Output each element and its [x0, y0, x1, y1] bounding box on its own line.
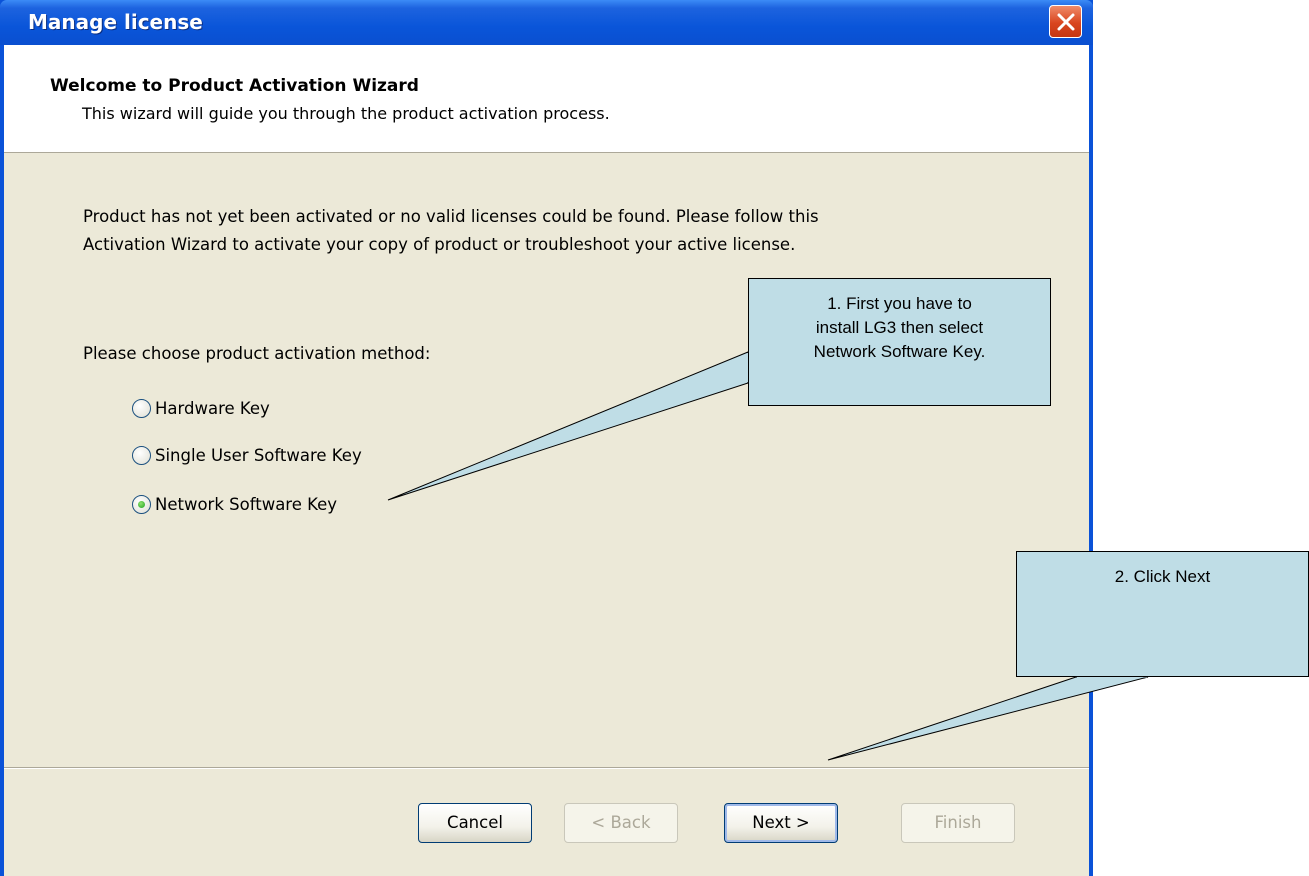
callout-step-1-line-2: install LG3 then select: [815, 318, 984, 337]
callout-1-pointer: [387, 351, 749, 501]
callout-step-2-text: 2. Click Next: [1114, 567, 1211, 586]
callout-step-1-line-1: 1. First you have to: [827, 294, 972, 313]
callout-step-2: 2. Click Next: [1016, 551, 1309, 677]
callout-step-1-line-3: Network Software Key.: [813, 342, 986, 361]
callout-2-pointer: [827, 676, 1149, 761]
callout-pointers: [387, 351, 1149, 761]
callout-step-1: 1. First you have to install LG3 then se…: [748, 278, 1051, 406]
